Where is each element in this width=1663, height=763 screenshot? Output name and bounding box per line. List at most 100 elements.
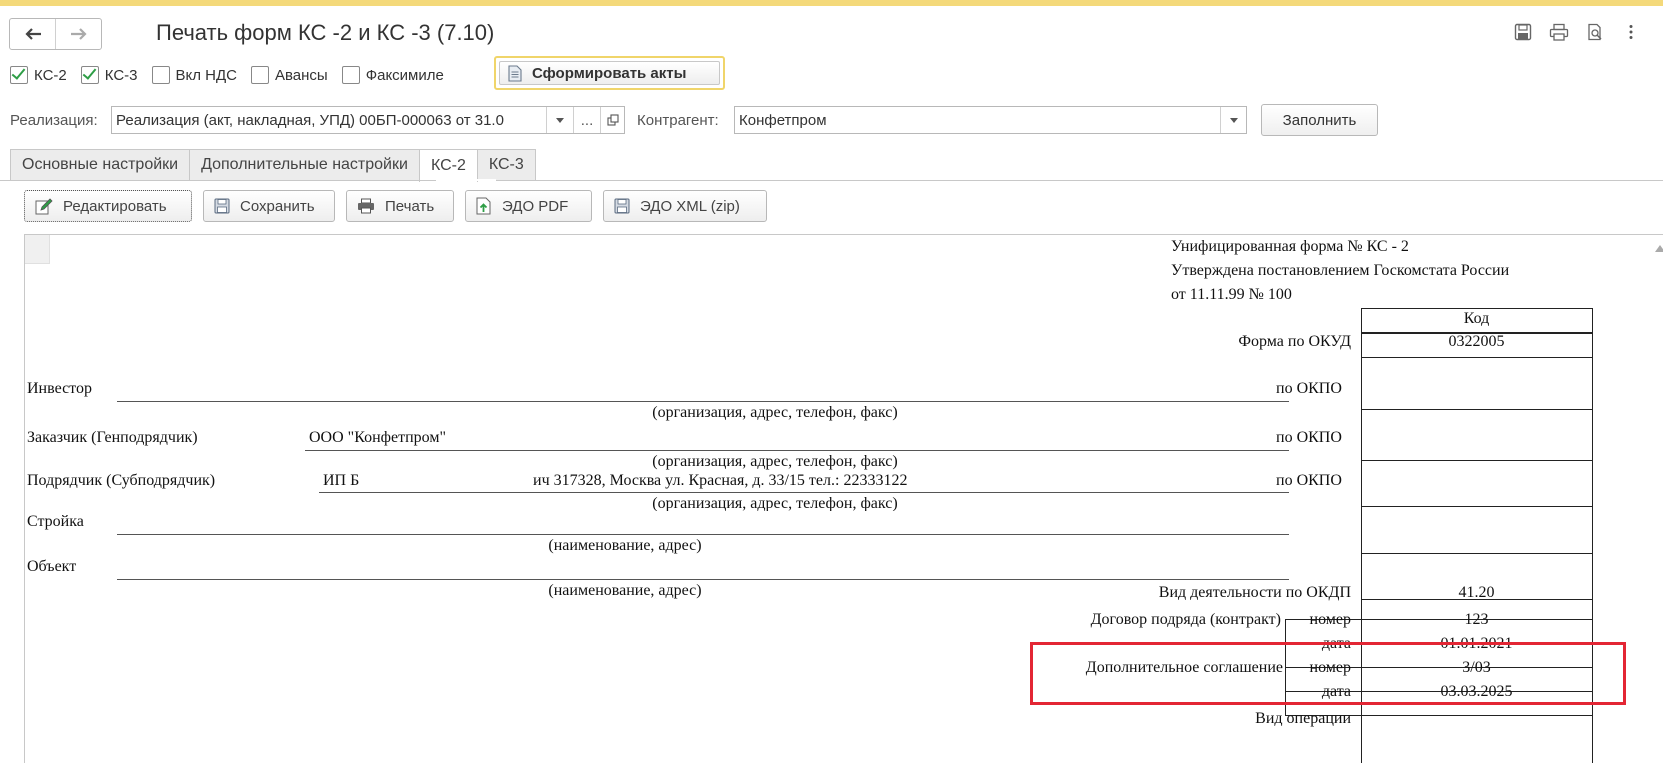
investor-okpo-label: по ОКПО bbox=[1276, 380, 1342, 397]
code-table-line bbox=[1361, 357, 1592, 358]
counterparty-dropdown-button[interactable] bbox=[1220, 107, 1247, 133]
contractor-okpo-label: по ОКПО bbox=[1276, 472, 1342, 489]
code-table-line bbox=[1361, 308, 1592, 309]
site-hint: (наименование, адрес) bbox=[548, 537, 702, 554]
edit-button[interactable]: Редактировать bbox=[24, 190, 192, 222]
back-button[interactable] bbox=[10, 19, 55, 49]
document-icon bbox=[508, 64, 522, 82]
site-label: Стройка bbox=[27, 513, 84, 530]
checkbox-box[interactable] bbox=[250, 66, 269, 84]
contractor-value-end: ич 317328, Москва ул. Красная, д. 33/15 … bbox=[533, 472, 908, 489]
checkbox-ks3[interactable]: КС-3 bbox=[80, 66, 138, 84]
contract-number-label: номер bbox=[1309, 611, 1351, 628]
investor-hint: (организация, адрес, телефон, факс) bbox=[652, 404, 898, 421]
okdp-value: 41.20 bbox=[1458, 584, 1495, 601]
checkbox-label: КС-2 bbox=[34, 66, 67, 84]
sale-field[interactable]: Реализация (акт, накладная, УПД) 00БП-00… bbox=[111, 106, 625, 134]
tab-ks3[interactable]: КС-3 bbox=[476, 149, 536, 180]
floppy-disk-icon bbox=[214, 198, 230, 214]
sale-label: Реализация: bbox=[10, 112, 98, 129]
counterparty-field[interactable]: Конфетпром bbox=[734, 106, 1247, 134]
customer-line bbox=[305, 450, 1289, 451]
counterparty-value: Конфетпром bbox=[739, 112, 827, 129]
arrow-left-icon bbox=[24, 28, 41, 40]
export-arrow-icon bbox=[476, 197, 491, 215]
open-window-icon bbox=[607, 114, 619, 126]
contract-label: Договор подряда (контракт) bbox=[1090, 611, 1281, 628]
save-button[interactable]: Сохранить bbox=[203, 190, 335, 222]
sale-dropdown-button[interactable] bbox=[546, 107, 573, 133]
edo-pdf-label: ЭДО PDF bbox=[502, 197, 569, 215]
kebab-menu-icon bbox=[1629, 25, 1633, 39]
options-row: КС-2 КС-3 Вкл НДС Авансы Факсимиле bbox=[10, 62, 458, 88]
contractor-hint: (организация, адрес, телефон, факс) bbox=[652, 495, 898, 511]
tab-ks2[interactable]: КС-2 bbox=[418, 149, 478, 182]
edo-xml-button[interactable]: ЭДО XML (zip) bbox=[603, 190, 767, 222]
tab-extra-settings[interactable]: Дополнительные настройки bbox=[189, 149, 420, 180]
edit-button-label: Редактировать bbox=[63, 197, 167, 215]
pencil-icon bbox=[35, 198, 53, 215]
print-button[interactable]: Печать bbox=[346, 190, 454, 222]
window-toolbar bbox=[1511, 20, 1643, 44]
edo-xml-label: ЭДО XML (zip) bbox=[640, 197, 740, 215]
object-line bbox=[117, 579, 1289, 580]
edo-pdf-button[interactable]: ЭДО PDF bbox=[465, 190, 592, 222]
checkbox-advances[interactable]: Авансы bbox=[250, 66, 328, 84]
checkbox-box[interactable] bbox=[10, 66, 28, 84]
fill-button[interactable]: Заполнить bbox=[1261, 104, 1378, 136]
arrow-right-icon bbox=[70, 28, 87, 40]
tab-bar: Основные настройки Дополнительные настро… bbox=[10, 149, 536, 182]
customer-okpo-label: по ОКПО bbox=[1276, 429, 1342, 446]
investor-line bbox=[117, 401, 1289, 402]
checkbox-vat[interactable]: Вкл НДС bbox=[151, 66, 237, 84]
chevron-down-icon bbox=[556, 117, 564, 123]
scroll-up-arrow[interactable] bbox=[1655, 245, 1663, 252]
sale-select-button[interactable]: ... bbox=[573, 107, 600, 133]
top-accent-line bbox=[0, 0, 1663, 6]
object-hint: (наименование, адрес) bbox=[548, 582, 702, 599]
contractor-value-start: ИП Б bbox=[323, 472, 360, 489]
operation-label: Вид операции bbox=[1255, 710, 1351, 727]
customer-hint: (организация, адрес, телефон, факс) bbox=[652, 453, 898, 470]
investor-label: Инвестор bbox=[27, 380, 92, 397]
generate-acts-label: Сформировать акты bbox=[532, 64, 687, 82]
customer-value: ООО "Конфетпром" bbox=[309, 429, 447, 446]
code-table-line bbox=[1361, 506, 1592, 507]
customer-label: Заказчик (Генподрядчик) bbox=[27, 429, 198, 446]
okud-value: 0322005 bbox=[1448, 333, 1505, 350]
preview-window-button[interactable] bbox=[1583, 20, 1607, 44]
checkbox-box[interactable] bbox=[80, 66, 99, 84]
contractor-label: Подрядчик (Субподрядчик) bbox=[27, 472, 216, 489]
spreadsheet-corner bbox=[25, 235, 50, 264]
forward-button[interactable] bbox=[55, 19, 101, 49]
checkbox-box[interactable] bbox=[341, 66, 360, 84]
generate-acts-button[interactable]: Сформировать акты bbox=[494, 56, 725, 90]
code-table-line bbox=[1361, 553, 1592, 554]
save-button-label: Сохранить bbox=[240, 197, 315, 215]
site-line bbox=[117, 534, 1289, 535]
contractor-line bbox=[319, 492, 1289, 493]
form-header-line2: Утверждена постановлением Госкомстата Ро… bbox=[1171, 262, 1510, 279]
active-tab-gap bbox=[436, 179, 496, 181]
checkbox-ks2[interactable]: КС-2 bbox=[10, 66, 67, 84]
generate-acts-button-face[interactable]: Сформировать акты bbox=[499, 61, 720, 85]
print-preview-icon bbox=[1588, 23, 1602, 41]
floppy-disk-icon bbox=[614, 198, 630, 214]
checkbox-label: КС-3 bbox=[104, 66, 138, 84]
code-header: Код bbox=[1463, 310, 1490, 327]
checkbox-facsimile[interactable]: Факсимиле bbox=[341, 66, 444, 84]
okdp-label: Вид деятельности по ОКДП bbox=[1158, 584, 1351, 601]
checkbox-box[interactable] bbox=[151, 66, 170, 84]
contract-number-value: 123 bbox=[1464, 611, 1489, 628]
sale-open-button[interactable] bbox=[600, 107, 625, 133]
window-title: Печать форм КС -2 и КС -3 (7.10) bbox=[156, 20, 495, 45]
form-header-line1: Унифицированная форма № КС - 2 bbox=[1171, 238, 1409, 255]
form-header-line3: от 11.11.99 № 100 bbox=[1171, 286, 1292, 303]
ks2-form-document[interactable]: Унифицированная форма № КС - 2 Утвержден… bbox=[24, 234, 1663, 763]
printer-icon bbox=[1549, 23, 1569, 41]
tab-main-settings[interactable]: Основные настройки bbox=[10, 149, 191, 180]
more-menu-button[interactable] bbox=[1619, 20, 1643, 44]
print-window-button[interactable] bbox=[1547, 20, 1571, 44]
floppy-disk-icon bbox=[1514, 23, 1532, 41]
save-window-button[interactable] bbox=[1511, 20, 1535, 44]
